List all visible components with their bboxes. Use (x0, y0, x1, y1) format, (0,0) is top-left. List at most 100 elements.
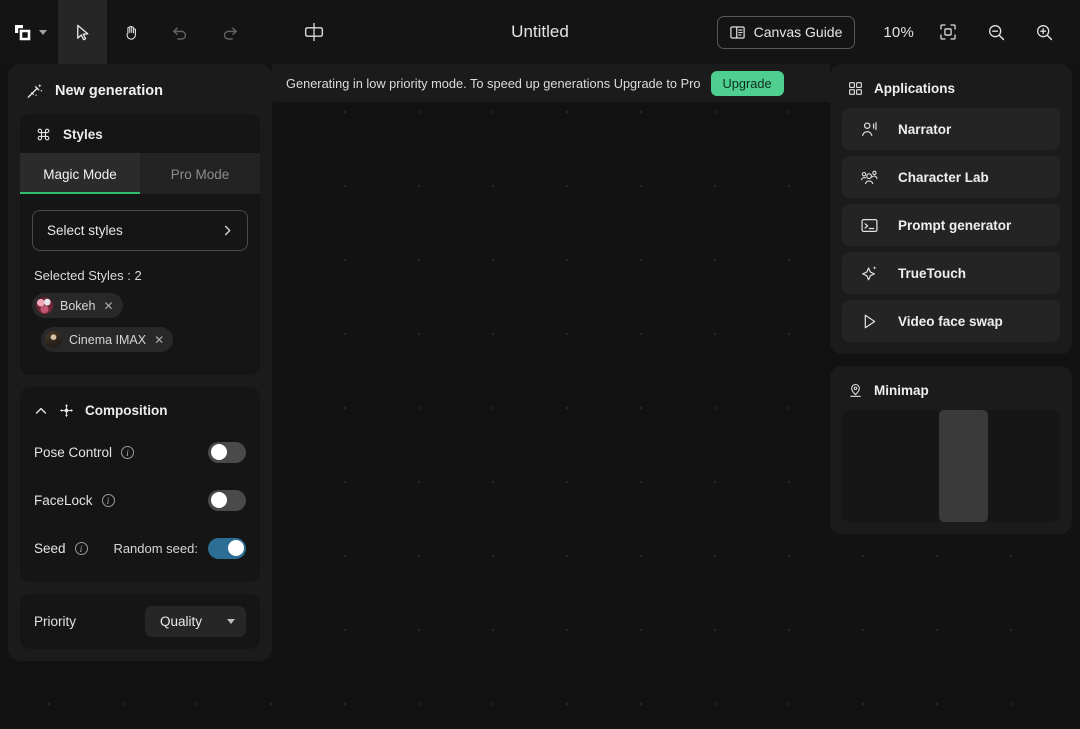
random-seed-toggle[interactable] (208, 537, 246, 559)
facelock-label-group: FaceLock i (34, 493, 115, 508)
minimap-canvas[interactable] (842, 410, 1060, 522)
select-tool[interactable] (58, 0, 107, 64)
move-arrows-icon (59, 403, 74, 418)
seed-label-group: Seed i (34, 541, 88, 556)
application-window: Untitled Canvas Guide 10% Generating in … (0, 0, 1080, 729)
minimap-body (830, 410, 1072, 522)
magnifier-minus-icon (987, 23, 1006, 42)
style-chip-label: Bokeh (60, 298, 96, 313)
style-thumbnail-icon (45, 331, 62, 348)
selected-styles-count: Selected Styles : 2 (34, 268, 142, 283)
mode-tabs: Magic Mode Pro Mode (20, 153, 260, 194)
zoom-level-display[interactable]: 10% (873, 24, 924, 41)
styles-card: Styles Magic Mode Pro Mode Select styles… (20, 114, 260, 375)
overlapping-squares-logo (12, 22, 32, 42)
applications-title: Applications (874, 81, 956, 96)
zoom-in-button[interactable] (1020, 8, 1068, 56)
hand-tool[interactable] (107, 0, 156, 64)
low-priority-banner: Generating in low priority mode. To spee… (272, 64, 830, 102)
row-facelock: FaceLock i (34, 476, 246, 524)
chevron-down-icon (39, 29, 47, 35)
map-pin-icon (848, 383, 863, 398)
toolbar-right-group: Canvas Guide 10% (716, 0, 1080, 64)
magic-wand-icon (26, 82, 44, 100)
panel-title: New generation (55, 83, 163, 99)
toolbar-left-group (0, 0, 336, 64)
composition-rows: Pose Control i FaceLock i Seed i Random … (20, 424, 260, 582)
app-label: TrueTouch (898, 265, 967, 281)
zoom-out-button[interactable] (972, 8, 1020, 56)
pose-control-toggle[interactable] (208, 441, 246, 463)
composition-card: Composition Pose Control i FaceLock i Se… (20, 387, 260, 582)
new-generation-panel: New generation Styles Magic Mode Pro Mod… (8, 64, 272, 661)
style-chip-row: Cinema IMAX ✕ (32, 327, 248, 352)
app-item-truetouch[interactable]: TrueTouch (842, 252, 1060, 294)
redo-arrow-icon (219, 22, 240, 43)
app-item-narrator[interactable]: Narrator (842, 108, 1060, 150)
style-chip-bokeh[interactable]: Bokeh ✕ (32, 293, 123, 318)
styles-header: Styles (20, 114, 260, 153)
cursor-arrow-icon (73, 23, 92, 42)
app-item-video-face-swap[interactable]: Video face swap (842, 300, 1060, 342)
tab-pro-mode[interactable]: Pro Mode (140, 153, 260, 194)
frame-tool[interactable] (292, 0, 336, 64)
close-icon[interactable]: ✕ (103, 299, 113, 313)
style-chip-cinema-imax[interactable]: Cinema IMAX ✕ (41, 327, 174, 352)
canvas-guide-label: Canvas Guide (753, 24, 843, 40)
app-label: Character Lab (898, 169, 989, 185)
chevron-down-icon (227, 619, 235, 624)
pose-control-label: Pose Control (34, 444, 113, 460)
hand-icon (122, 23, 141, 42)
minimap-viewport[interactable] (939, 410, 989, 522)
style-chip-row: Bokeh ✕ (32, 293, 248, 318)
styles-body: Select styles Selected Styles : 2 Bokeh … (20, 194, 260, 375)
frame-icon (302, 20, 326, 44)
chevron-right-icon (221, 224, 234, 237)
tab-magic-mode[interactable]: Magic Mode (20, 153, 140, 194)
panel-header: New generation (8, 64, 272, 114)
applications-panel: Applications Narrator Character Lab Prom… (830, 64, 1072, 354)
fit-to-screen-icon (939, 23, 957, 41)
upgrade-button[interactable]: Upgrade (710, 70, 784, 96)
app-label: Narrator (898, 121, 952, 137)
people-group-icon (860, 168, 879, 187)
undo-tool[interactable] (156, 0, 205, 64)
select-styles-button[interactable]: Select styles (32, 210, 248, 251)
close-icon[interactable]: ✕ (154, 333, 164, 347)
priority-select[interactable]: Quality (145, 606, 246, 637)
info-icon[interactable]: i (101, 493, 115, 507)
canvas-guide-button[interactable]: Canvas Guide (716, 15, 856, 49)
minimap-header: Minimap (830, 366, 1072, 410)
person-speaking-icon (860, 120, 879, 139)
seed-label: Seed (34, 540, 66, 556)
app-logo-menu[interactable] (0, 0, 58, 64)
minimap-panel: Minimap (830, 366, 1072, 534)
magnifier-plus-icon (1035, 23, 1054, 42)
right-sidebar: Applications Narrator Character Lab Prom… (830, 64, 1072, 546)
app-item-character-lab[interactable]: Character Lab (842, 156, 1060, 198)
chevron-up-icon[interactable] (34, 404, 48, 418)
app-label: Prompt generator (898, 217, 1012, 233)
app-item-prompt-generator[interactable]: Prompt generator (842, 204, 1060, 246)
pose-control-label-group: Pose Control i (34, 444, 135, 460)
command-icon (36, 127, 51, 142)
style-thumbnail-icon (36, 297, 53, 314)
row-seed: Seed i Random seed: (34, 524, 246, 572)
priority-label: Priority (34, 614, 77, 629)
minimap-title: Minimap (874, 383, 929, 398)
style-chip-label: Cinema IMAX (69, 332, 147, 347)
info-icon[interactable]: i (74, 541, 88, 555)
grid-squares-icon (848, 81, 863, 96)
app-label: Video face swap (898, 313, 1003, 329)
info-icon[interactable]: i (121, 445, 135, 459)
facelock-label: FaceLock (34, 492, 93, 508)
terminal-icon (860, 216, 879, 235)
fit-to-screen-button[interactable] (924, 8, 972, 56)
composition-header[interactable]: Composition (20, 387, 260, 424)
priority-card: Priority Quality (20, 594, 260, 649)
priority-value: Quality (160, 614, 203, 629)
redo-tool[interactable] (205, 0, 254, 64)
facelock-toggle[interactable] (208, 489, 246, 511)
applications-header: Applications (830, 64, 1072, 108)
random-seed-label: Random seed: (113, 540, 198, 556)
